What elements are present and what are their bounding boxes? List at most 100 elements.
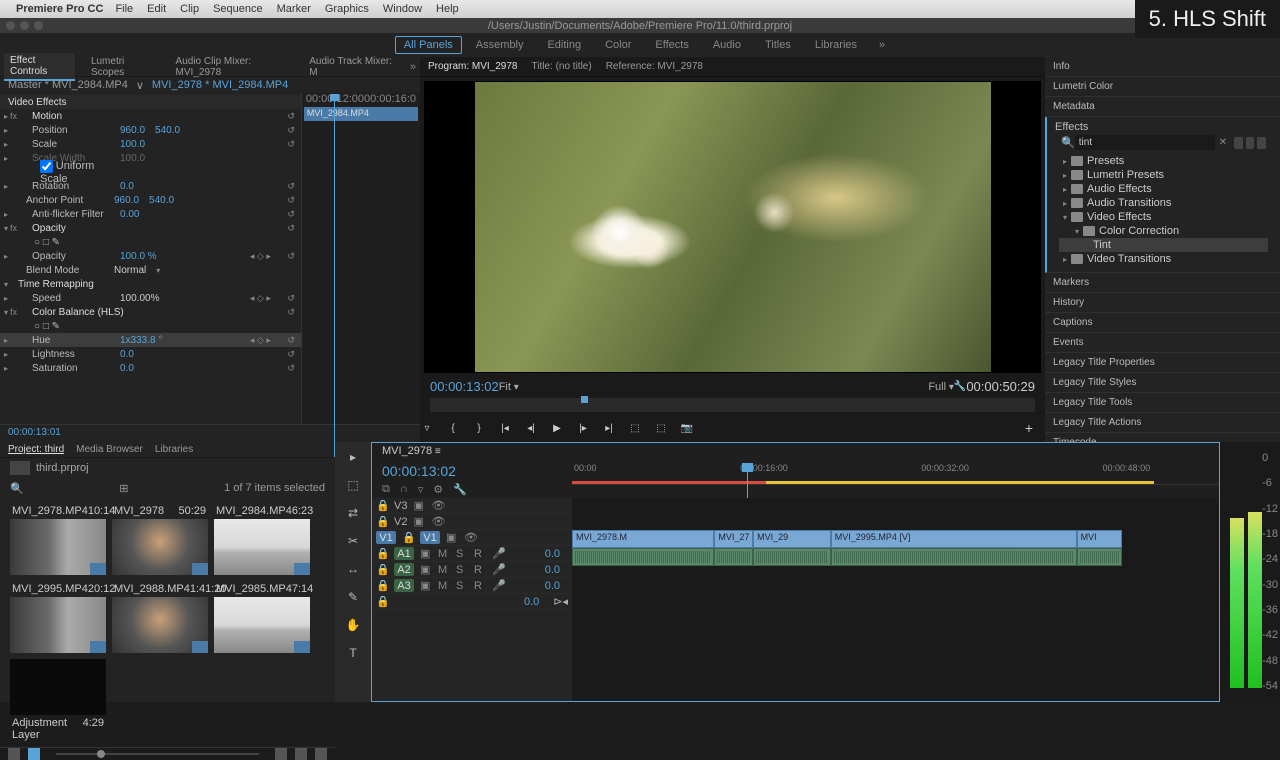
- audio-clip[interactable]: [572, 548, 714, 566]
- fx-badge[interactable]: fx: [10, 307, 24, 317]
- saturation-value[interactable]: 0.0: [120, 363, 134, 374]
- audio-clip[interactable]: [753, 548, 831, 566]
- reset-icon[interactable]: ↺: [287, 307, 295, 318]
- mask-tools[interactable]: ○ □ ✎: [4, 321, 114, 332]
- master-volume[interactable]: 0.0: [524, 596, 539, 608]
- keyframe-nav[interactable]: ◂ ◇ ▸: [250, 293, 271, 304]
- icon-view-icon[interactable]: [28, 748, 40, 760]
- marker-icon[interactable]: ▿: [418, 483, 424, 496]
- ec-mini-timeline[interactable]: 00:00:12:0000:00:16:0 MVI_2984.MP4: [301, 93, 420, 424]
- program-scrubber[interactable]: [430, 398, 1035, 412]
- tab-audio-clip-mixer[interactable]: Audio Clip Mixer: MVI_2978: [170, 54, 294, 80]
- blend-value[interactable]: Normal: [114, 265, 146, 276]
- reset-icon[interactable]: ↺: [287, 251, 295, 262]
- zoom-slider[interactable]: [56, 753, 259, 755]
- reset-icon[interactable]: ↺: [287, 223, 295, 234]
- speed-value[interactable]: 100.00%: [120, 293, 159, 304]
- lock-icon[interactable]: 🔒: [376, 515, 388, 528]
- extract-icon[interactable]: ⬚: [654, 421, 668, 435]
- toggle-output-icon[interactable]: ▣: [413, 499, 425, 512]
- panel-markers[interactable]: Markers: [1045, 273, 1280, 293]
- eye-icon[interactable]: 👁: [431, 499, 443, 512]
- panel-legacy-title-actions[interactable]: Legacy Title Actions: [1045, 413, 1280, 433]
- reset-icon[interactable]: ↺: [287, 181, 295, 192]
- workspace-assembly[interactable]: Assembly: [466, 36, 534, 54]
- opacity-effect[interactable]: Opacity: [24, 223, 134, 234]
- marker-icon[interactable]: ▿: [420, 421, 434, 435]
- reset-icon[interactable]: ↺: [287, 125, 295, 136]
- tab-lumetri-scopes[interactable]: Lumetri Scopes: [85, 54, 160, 80]
- menu-edit[interactable]: Edit: [147, 3, 166, 15]
- new-bin-icon[interactable]: [275, 748, 287, 760]
- eye-icon[interactable]: 👁: [431, 515, 443, 528]
- video-clip[interactable]: MVI: [1077, 530, 1122, 548]
- menu-graphics[interactable]: Graphics: [325, 3, 369, 15]
- workspace-all-panels[interactable]: All Panels: [395, 36, 462, 54]
- mini-clip[interactable]: MVI_2984.MP4: [304, 107, 418, 121]
- zoom-full[interactable]: Full ▾: [928, 381, 954, 393]
- project-item[interactable]: MVI_297850:29: [112, 503, 208, 575]
- workspace-color[interactable]: Color: [595, 36, 641, 54]
- dropdown-icon[interactable]: ▾: [156, 266, 160, 275]
- program-timecode-left[interactable]: 00:00:13:02: [430, 379, 499, 394]
- motion-effect[interactable]: Motion: [24, 111, 134, 122]
- toggle-output-icon[interactable]: ▣: [413, 515, 425, 528]
- new-item-icon[interactable]: [295, 748, 307, 760]
- tree-presets[interactable]: Presets: [1087, 155, 1124, 167]
- keyframe-nav[interactable]: ◂ ◇ ▸: [250, 335, 271, 346]
- ec-clip-label[interactable]: MVI_2978 * MVI_2984.MP4: [152, 79, 288, 91]
- preset-icon[interactable]: [1257, 137, 1266, 149]
- menu-help[interactable]: Help: [436, 3, 459, 15]
- ec-timecode[interactable]: 00:00:13:01: [0, 424, 420, 442]
- mini-playhead[interactable]: [334, 97, 335, 457]
- hue-value[interactable]: 1x333.8 °: [120, 335, 162, 346]
- workspace-titles[interactable]: Titles: [755, 36, 801, 54]
- lightness-value[interactable]: 0.0: [120, 349, 134, 360]
- project-item[interactable]: MVI_2978.MP410:14: [10, 503, 106, 575]
- track-v3[interactable]: V3: [394, 500, 407, 512]
- reset-icon[interactable]: ↺: [287, 195, 295, 206]
- lift-icon[interactable]: ⬚: [628, 421, 642, 435]
- razor-tool-icon[interactable]: ✂: [344, 532, 362, 550]
- preset-icon[interactable]: [1234, 137, 1243, 149]
- anchor-x[interactable]: 960.0: [114, 195, 139, 206]
- tab-reference[interactable]: Reference: MVI_2978: [606, 61, 703, 72]
- track-volume[interactable]: 0.0: [545, 564, 560, 576]
- keyframe-nav[interactable]: ◂ ◇ ▸: [250, 251, 271, 262]
- reset-icon[interactable]: ↺: [287, 139, 295, 150]
- panel-info[interactable]: Info: [1045, 57, 1280, 77]
- antiflicker-value[interactable]: 0.00: [120, 209, 139, 220]
- go-to-in-icon[interactable]: |◂: [498, 421, 512, 435]
- tree-audio-effects[interactable]: Audio Effects: [1087, 183, 1152, 195]
- menu-window[interactable]: Window: [383, 3, 422, 15]
- timeline-timecode[interactable]: 00:00:13:02: [372, 461, 572, 481]
- fx-badge[interactable]: fx: [10, 223, 24, 233]
- reset-icon[interactable]: ↺: [287, 335, 295, 346]
- zoom-fit[interactable]: Fit ▾: [499, 381, 519, 393]
- video-clip[interactable]: MVI_27: [714, 530, 753, 548]
- scrubber-playhead[interactable]: [581, 396, 588, 403]
- menu-marker[interactable]: Marker: [277, 3, 311, 15]
- wrench-icon[interactable]: 🔧: [954, 381, 966, 392]
- panel-legacy-title-props[interactable]: Legacy Title Properties: [1045, 353, 1280, 373]
- preset-icon[interactable]: [1246, 137, 1255, 149]
- slip-tool-icon[interactable]: ↔: [344, 560, 362, 578]
- project-item[interactable]: MVI_2984.MP46:23: [214, 503, 310, 575]
- pen-tool-icon[interactable]: ✎: [344, 588, 362, 606]
- hls-effect[interactable]: Color Balance (HLS): [24, 307, 134, 318]
- link-icon[interactable]: ∩: [400, 483, 408, 496]
- track-select-tool-icon[interactable]: ⬚: [344, 476, 362, 494]
- tab-audio-track-mixer[interactable]: Audio Track Mixer: M: [303, 54, 400, 80]
- tab-media-browser[interactable]: Media Browser: [76, 444, 143, 455]
- go-to-out-icon[interactable]: ▸|: [602, 421, 616, 435]
- workspace-audio[interactable]: Audio: [703, 36, 751, 54]
- project-item[interactable]: Adjustment Layer4:29: [10, 659, 106, 743]
- export-frame-icon[interactable]: 📷: [680, 421, 694, 435]
- workspace-libraries[interactable]: Libraries: [805, 36, 867, 54]
- panel-legacy-title-styles[interactable]: Legacy Title Styles: [1045, 373, 1280, 393]
- project-item[interactable]: MVI_2995.MP420:12: [10, 581, 106, 653]
- sequence-tab[interactable]: MVI_2978: [382, 445, 432, 457]
- source-v1[interactable]: V1: [376, 531, 396, 544]
- track-v2[interactable]: V2: [394, 516, 407, 528]
- list-view-icon[interactable]: [8, 748, 20, 760]
